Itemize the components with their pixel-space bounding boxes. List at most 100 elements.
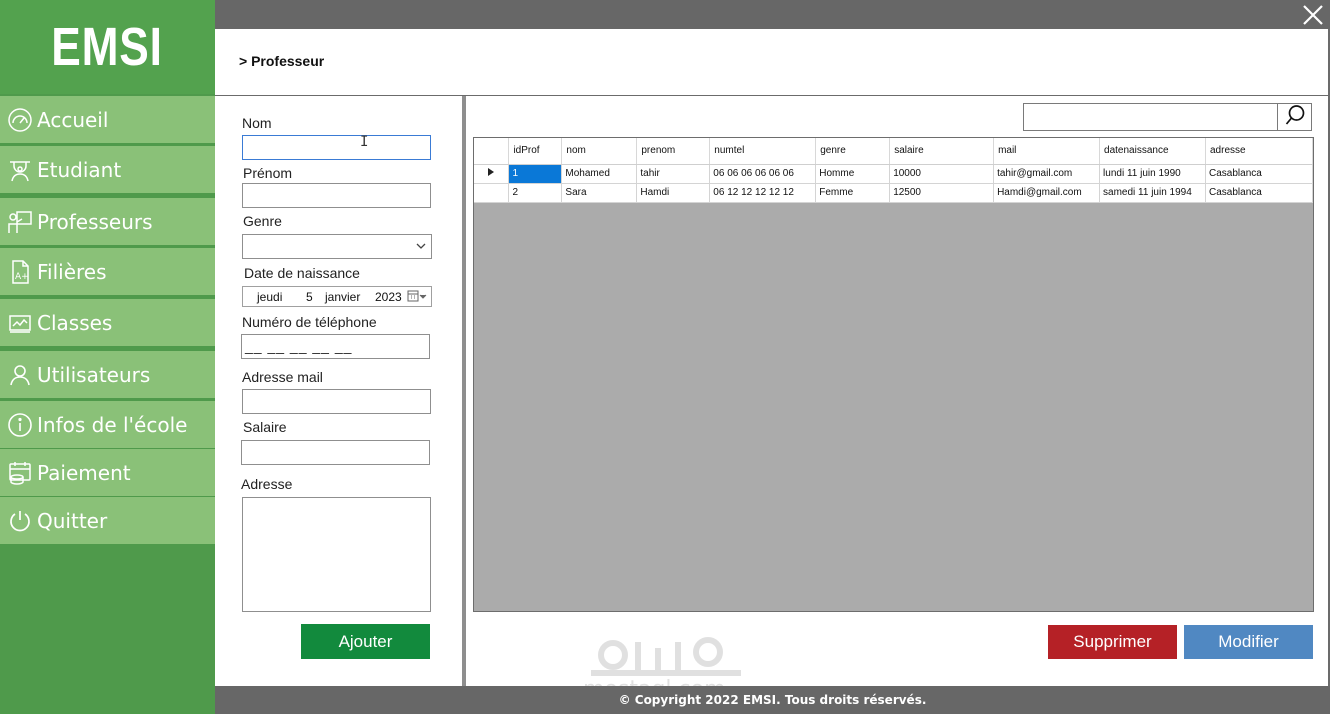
table-cell[interactable]: tahir (636, 164, 711, 184)
svg-text:A+: A+ (15, 272, 29, 282)
sidebar-item-label: Paiement (37, 460, 131, 485)
student-icon (4, 157, 36, 183)
info-icon (4, 412, 36, 438)
mail-input[interactable] (242, 389, 431, 414)
dashboard-icon (4, 107, 36, 133)
table-cell[interactable]: lundi 11 juin 1990 (1099, 164, 1206, 184)
date-label: Date de naissance (244, 265, 360, 281)
column-header[interactable]: adresse (1205, 138, 1313, 165)
calendar-icon[interactable] (407, 290, 427, 306)
table-cell[interactable]: tahir@gmail.com (993, 164, 1101, 184)
sidebar-item-label: Classes (37, 310, 113, 335)
column-header[interactable]: prenom (636, 138, 711, 165)
nom-label: Nom (242, 115, 272, 131)
salaire-label: Salaire (243, 419, 287, 435)
column-header[interactable]: datenaissance (1099, 138, 1206, 165)
column-header[interactable]: numtel (709, 138, 817, 165)
date-year: 2023 (375, 290, 402, 304)
sidebar-item-label: Professeurs (37, 209, 153, 234)
close-icon[interactable] (1300, 2, 1326, 28)
column-header[interactable]: genre (815, 138, 891, 165)
sidebar-item-label: Quitter (37, 508, 108, 533)
sidebar-item-infos-ecole[interactable]: Infos de l'école (0, 401, 215, 448)
table-cell[interactable]: samedi 11 juin 1994 (1099, 183, 1206, 203)
table-cell[interactable]: Homme (815, 164, 891, 184)
prenom-input[interactable] (242, 183, 431, 208)
table-cell[interactable]: Femme (815, 183, 891, 203)
edit-button[interactable]: Modifier (1184, 625, 1313, 659)
table-cell[interactable]: Casablanca (1205, 183, 1313, 203)
sidebar-item-paiement[interactable]: Paiement (0, 449, 215, 496)
sidebar-item-label: Etudiant (37, 157, 122, 182)
prenom-label: Prénom (243, 165, 293, 181)
professeurs-grid[interactable]: idProf nom prenom numtel genre salaire m… (473, 137, 1314, 612)
text-cursor-icon: I (360, 134, 369, 150)
sidebar-item-label: Filières (37, 259, 107, 284)
genre-select[interactable] (242, 234, 432, 259)
table-cell[interactable]: Mohamed (561, 164, 638, 184)
table-cell[interactable]: 06 12 12 12 12 12 (709, 183, 817, 203)
adresse-textarea[interactable] (242, 497, 431, 612)
phone-label: Numéro de téléphone (242, 314, 377, 330)
table-cell[interactable]: 12500 (889, 183, 995, 203)
teacher-icon (4, 209, 36, 235)
column-header[interactable]: salaire (889, 138, 995, 165)
title-bar (215, 0, 1330, 29)
header-divider (215, 95, 1330, 96)
delete-button[interactable]: Supprimer (1048, 625, 1177, 659)
sidebar-item-label: Accueil (37, 107, 109, 132)
sidebar-item-utilisateurs[interactable]: Utilisateurs (0, 351, 215, 398)
table-cell[interactable]: 06 06 06 06 06 06 (709, 164, 817, 184)
phone-mask: __ __ __ __ __ (245, 338, 353, 354)
document-icon: A+ (4, 259, 36, 285)
add-button[interactable]: Ajouter (301, 624, 430, 659)
column-header[interactable]: nom (561, 138, 638, 165)
search-input[interactable] (1023, 103, 1278, 131)
sidebar-item-accueil[interactable]: Accueil (0, 96, 215, 143)
table-cell[interactable]: Casablanca (1205, 164, 1313, 184)
user-icon (4, 362, 36, 388)
date-month: janvier (325, 290, 361, 304)
sidebar: EMSI Accueil Etudiant Professeurs A+ Fil… (0, 0, 215, 714)
sidebar-item-filieres[interactable]: A+ Filières (0, 248, 215, 295)
table-row[interactable]: 1 Mohamed tahir 06 06 06 06 06 06 Homme … (474, 164, 1313, 184)
table-cell[interactable]: 2 (508, 183, 563, 203)
sidebar-item-label: Utilisateurs (37, 362, 151, 387)
chart-board-icon (4, 310, 36, 336)
mail-label: Adresse mail (242, 369, 323, 385)
column-header[interactable]: idProf (508, 138, 563, 165)
table-row[interactable]: 2 Sara Hamdi 06 12 12 12 12 12 Femme 125… (474, 183, 1313, 203)
search-icon (1284, 104, 1306, 130)
row-selector[interactable] (474, 164, 510, 184)
app-logo: EMSI (0, 0, 215, 94)
nom-input[interactable] (242, 135, 431, 160)
data-table: idProf nom prenom numtel genre salaire m… (474, 138, 1313, 203)
row-selector[interactable] (474, 183, 510, 203)
table-cell[interactable]: Hamdi@gmail.com (993, 183, 1101, 203)
column-header[interactable]: mail (993, 138, 1101, 165)
sidebar-item-classes[interactable]: Classes (0, 299, 215, 346)
date-weekday: jeudi (257, 290, 283, 304)
sidebar-item-professeurs[interactable]: Professeurs (0, 198, 215, 245)
sidebar-item-etudiant[interactable]: Etudiant (0, 146, 215, 193)
payment-icon (4, 460, 36, 486)
adresse-label: Adresse (241, 476, 293, 492)
panel-splitter[interactable] (462, 96, 466, 686)
table-header-row: idProf nom prenom numtel genre salaire m… (474, 138, 1313, 165)
chevron-down-icon (415, 240, 427, 252)
table-cell[interactable]: Sara (561, 183, 638, 203)
footer-copyright: © Copyright 2022 EMSI. Tous droits réser… (215, 686, 1330, 714)
breadcrumb: > Professeur (239, 53, 325, 69)
table-cell[interactable]: 10000 (889, 164, 995, 184)
table-cell[interactable]: 1 (508, 164, 563, 184)
power-icon (4, 508, 36, 534)
date-picker[interactable]: jeudi 5 janvier 2023 (242, 286, 432, 307)
salaire-input[interactable] (241, 440, 430, 465)
row-header-corner (474, 138, 510, 165)
sidebar-item-label: Infos de l'école (37, 412, 188, 437)
current-row-arrow-icon (488, 168, 495, 179)
sidebar-item-quitter[interactable]: Quitter (0, 497, 215, 544)
table-cell[interactable]: Hamdi (636, 183, 711, 203)
genre-label: Genre (243, 213, 282, 229)
search-button[interactable] (1277, 103, 1312, 131)
